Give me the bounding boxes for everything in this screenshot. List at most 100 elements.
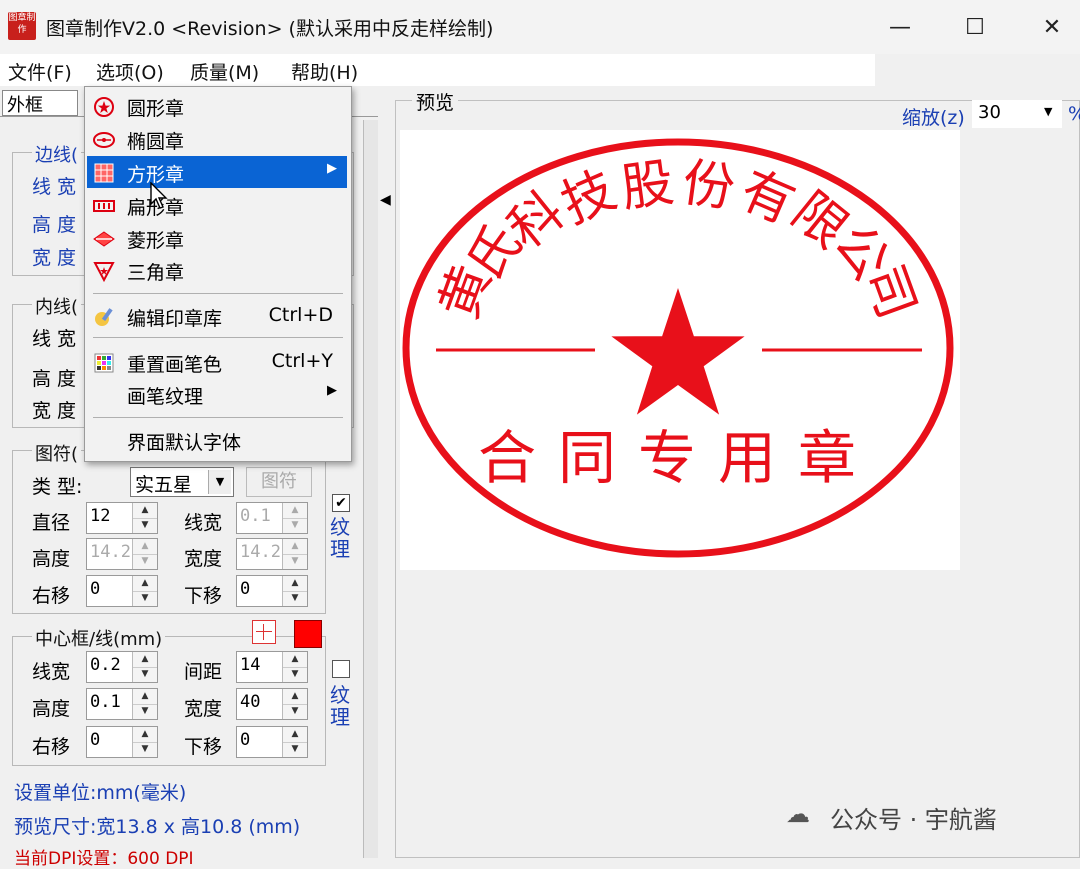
submenu-arrow-icon: ▶: [327, 383, 337, 398]
spin-down-icon[interactable]: ▼: [283, 554, 307, 569]
spin-up-icon[interactable]: ▲: [133, 503, 157, 519]
center-height-stepper[interactable]: 0.1 ▲ ▼: [86, 688, 158, 720]
close-button[interactable]: ✕: [1022, 8, 1080, 46]
center-texture-checkbox[interactable]: [332, 660, 350, 678]
menu-quality[interactable]: 质量(M): [190, 58, 259, 85]
spin-down-icon[interactable]: ▼: [133, 554, 157, 569]
chevron-down-icon[interactable]: ▼: [208, 470, 231, 494]
zoom-label: 缩放(z): [902, 107, 965, 129]
spin-down-icon[interactable]: ▼: [133, 667, 157, 682]
symbol-right-value: 0: [90, 579, 101, 599]
symbol-type-label: 类 型:: [32, 476, 83, 498]
tab-outer-frame[interactable]: 外框: [2, 90, 78, 116]
unit-text: 设置单位:mm(毫米): [14, 782, 187, 804]
center-height-label: 高度: [32, 698, 71, 720]
panel-scrollbar[interactable]: [363, 120, 378, 858]
symbol-linewidth-label: 线宽: [184, 512, 223, 534]
spin-up-icon[interactable]: ▲: [283, 503, 307, 519]
menu-file[interactable]: 文件(F): [8, 58, 72, 85]
collapse-arrow-icon[interactable]: ◀: [380, 192, 392, 218]
center-linewidth-value: 0.2: [90, 655, 121, 675]
center-width-value: 40: [240, 692, 261, 712]
diameter-stepper[interactable]: 12 ▲ ▼: [86, 502, 158, 534]
menu-help[interactable]: 帮助(H): [291, 58, 358, 85]
symbol-type-select[interactable]: 实五星 ▼: [130, 467, 234, 497]
spin-down-icon[interactable]: ▼: [133, 518, 157, 533]
stamp-company-char: 股: [618, 153, 678, 219]
palette-icon: [94, 353, 114, 373]
spin-up-icon[interactable]: ▲: [133, 539, 157, 555]
border-width-label: 宽 度: [32, 247, 77, 269]
spin-up-icon[interactable]: ▲: [283, 727, 307, 743]
zoom-select[interactable]: 30 ▼: [972, 100, 1062, 128]
spin-up-icon[interactable]: ▲: [133, 727, 157, 743]
spin-up-icon[interactable]: ▲: [283, 652, 307, 668]
center-frame-icon[interactable]: [252, 620, 276, 644]
center-height-value: 0.1: [90, 692, 121, 712]
menu-item-edit-library[interactable]: 编辑印章库 Ctrl+D: [87, 300, 347, 332]
maximize-button[interactable]: ☐: [945, 8, 1005, 46]
menu-item-pen-texture[interactable]: 画笔纹理 ▶: [87, 378, 347, 410]
zoom-value: 30: [978, 102, 1001, 123]
center-texture-label: 纹理: [330, 683, 350, 729]
symbol-type-value: 实五星: [135, 474, 193, 496]
menu-item-diamond-stamp[interactable]: 菱形章: [87, 222, 347, 254]
symbol-texture-checkbox[interactable]: ✔: [332, 494, 350, 512]
menu-item-label: 画笔纹理: [127, 386, 204, 408]
center-right-stepper[interactable]: 0 ▲ ▼: [86, 726, 158, 758]
window-title: 图章制作V2.0 <Revision> (默认采用中反走样绘制): [46, 18, 494, 40]
spin-down-icon[interactable]: ▼: [283, 591, 307, 606]
symbol-right-label: 右移: [32, 585, 71, 607]
spin-down-icon[interactable]: ▼: [133, 742, 157, 757]
spin-down-icon[interactable]: ▼: [133, 704, 157, 719]
spin-up-icon[interactable]: ▲: [133, 576, 157, 592]
menu-item-triangle-stamp[interactable]: 三角章: [87, 254, 347, 286]
spin-down-icon[interactable]: ▼: [283, 518, 307, 533]
color-swatch[interactable]: [294, 620, 322, 648]
symbol-width-label: 宽度: [184, 548, 223, 570]
inner-group-title: 内线(: [32, 293, 82, 319]
stamp-purpose-text: 合同专用章: [478, 424, 878, 492]
menu-item-ellipse-stamp[interactable]: 椭圆章: [87, 123, 347, 155]
menu-item-circle-stamp[interactable]: 圆形章: [87, 90, 347, 122]
menu-options[interactable]: 选项(O): [96, 58, 164, 85]
inner-linewidth-label: 线 宽: [32, 328, 77, 350]
menu-item-square-stamp[interactable]: 方形章 ▶: [87, 156, 347, 188]
chevron-down-icon[interactable]: ▼: [1044, 105, 1052, 118]
center-linewidth-stepper[interactable]: 0.2 ▲ ▼: [86, 651, 158, 683]
spin-up-icon[interactable]: ▲: [283, 539, 307, 555]
spin-up-icon[interactable]: ▲: [283, 689, 307, 705]
spin-up-icon[interactable]: ▲: [133, 652, 157, 668]
symbol-height-stepper[interactable]: 14.2 ▲ ▼: [86, 538, 158, 570]
center-down-stepper[interactable]: 0 ▲ ▼: [236, 726, 308, 758]
symbol-down-stepper[interactable]: 0 ▲ ▼: [236, 575, 308, 607]
edit-library-icon: [95, 308, 113, 326]
diameter-value: 12: [90, 506, 111, 526]
menu-item-shortcut: Ctrl+D: [268, 304, 333, 326]
symbol-right-stepper[interactable]: 0 ▲ ▼: [86, 575, 158, 607]
symbol-width-stepper[interactable]: 14.2 ▲ ▼: [236, 538, 308, 570]
spin-down-icon[interactable]: ▼: [283, 742, 307, 757]
center-spacing-stepper[interactable]: 14 ▲ ▼: [236, 651, 308, 683]
stamp-star-icon: [611, 288, 745, 415]
menu-item-flat-stamp[interactable]: 扁形章: [87, 189, 347, 221]
center-width-stepper[interactable]: 40 ▲ ▼: [236, 688, 308, 720]
stamp-canvas: 黄氏科技股份有限公司 合同专用章: [400, 130, 960, 570]
spin-down-icon[interactable]: ▼: [283, 704, 307, 719]
center-group-title: 中心框/线(mm): [32, 625, 166, 651]
spin-down-icon[interactable]: ▼: [283, 667, 307, 682]
spin-down-icon[interactable]: ▼: [133, 591, 157, 606]
symbol-texture-label: 纹理: [330, 515, 350, 561]
symbol-linewidth-stepper[interactable]: 0.1 ▲ ▼: [236, 502, 308, 534]
menu-item-shortcut: Ctrl+Y: [271, 350, 333, 372]
square-stamp-icon: [94, 163, 114, 183]
menu-item-default-font[interactable]: 界面默认字体: [87, 424, 347, 456]
spin-up-icon[interactable]: ▲: [283, 576, 307, 592]
symbol-group-title: 图符(: [32, 440, 82, 466]
menu-item-reset-pen-color[interactable]: 重置画笔色 Ctrl+Y: [87, 346, 347, 378]
menu-bar: 文件(F) 选项(O) 质量(M) 帮助(H): [0, 54, 875, 86]
symbol-button[interactable]: 图符: [246, 467, 312, 497]
spin-up-icon[interactable]: ▲: [133, 689, 157, 705]
center-spacing-value: 14: [240, 655, 261, 675]
minimize-button[interactable]: —: [870, 8, 930, 46]
